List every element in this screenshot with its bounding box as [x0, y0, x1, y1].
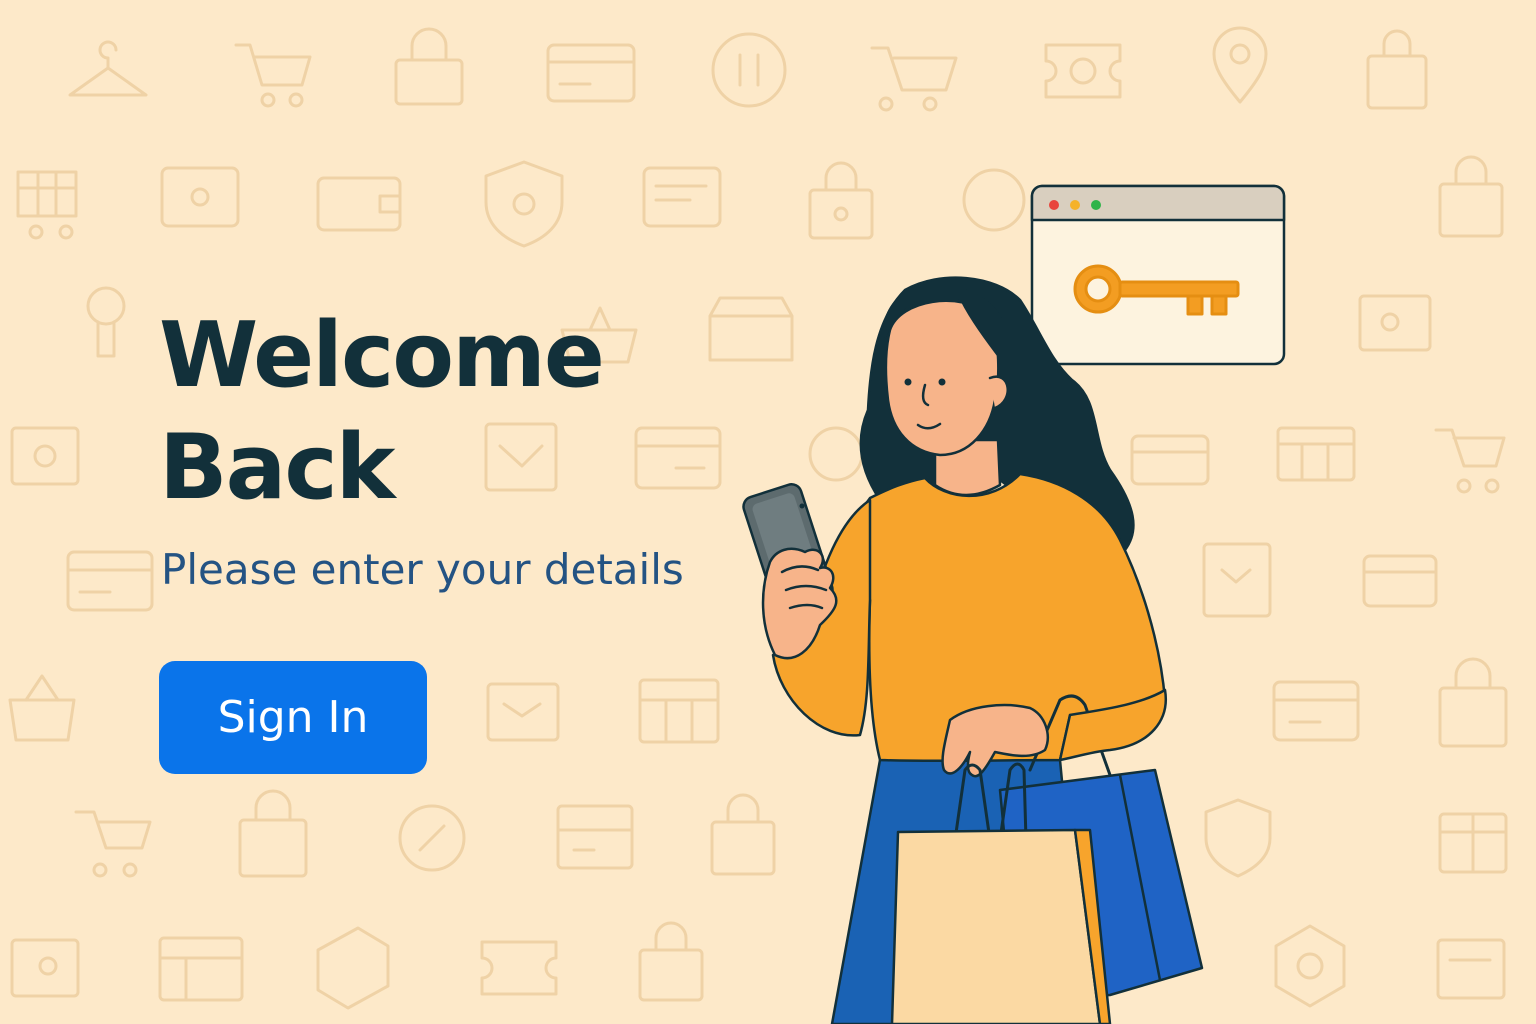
store-icon: [158, 936, 244, 1002]
coin-icon: [711, 32, 787, 108]
basket-icon: [8, 674, 76, 742]
bag-icon: [1438, 155, 1504, 238]
box-icon: [486, 682, 560, 742]
title-line-2: Back: [159, 415, 396, 520]
card-icon: [66, 550, 154, 612]
welcome-section: Welcome Back Please enter your details: [159, 300, 779, 598]
tag-icon: [1358, 294, 1432, 352]
bag-icon: [1438, 657, 1508, 748]
tag-icon: [316, 926, 390, 1010]
lock-icon: [86, 286, 126, 358]
login-screen: Welcome Back Please enter your details S…: [0, 0, 1536, 1024]
gift-icon: [1438, 812, 1508, 874]
box-icon: [10, 938, 80, 998]
bag-icon: [394, 27, 464, 106]
wallet-icon: [316, 176, 402, 232]
shopper-illustration: [742, 184, 1286, 1024]
card-icon: [546, 43, 636, 103]
sign-in-button[interactable]: Sign In: [159, 661, 427, 774]
wallet-icon: [160, 166, 240, 228]
card-icon: [642, 166, 722, 228]
ticket-icon: [480, 940, 558, 996]
page-title: Welcome Back: [159, 300, 779, 524]
title-line-1: Welcome: [159, 303, 605, 408]
bag-icon: [1366, 29, 1428, 110]
shield-icon: [484, 160, 564, 248]
bag-icon: [238, 789, 308, 878]
location-icon: [1212, 26, 1268, 104]
bag-icon: [638, 921, 704, 1002]
hanger-icon: [68, 40, 148, 97]
coin-icon: [398, 804, 466, 872]
cart-icon: [74, 810, 152, 878]
browser-window: [1030, 184, 1286, 366]
cart-icon: [16, 170, 78, 240]
store-icon: [638, 678, 720, 744]
cart-icon: [1434, 428, 1506, 494]
subtitle: Please enter your details: [161, 545, 684, 594]
ticket-icon: [1044, 43, 1122, 99]
cart-icon: [234, 43, 312, 108]
card-icon: [1436, 938, 1506, 1000]
store-icon: [556, 804, 634, 870]
card-icon: [1362, 554, 1438, 608]
box-icon: [10, 426, 80, 486]
cart-icon: [870, 46, 958, 112]
